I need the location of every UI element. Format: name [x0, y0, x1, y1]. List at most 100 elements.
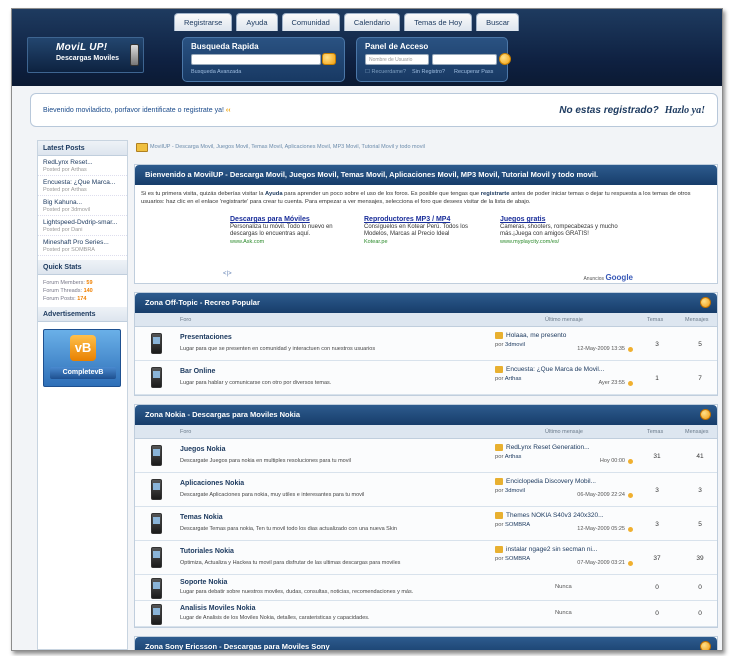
login-go-button[interactable] [499, 53, 511, 65]
advanced-search-link[interactable]: Busqueda Avanzada [191, 69, 241, 75]
latest-post[interactable]: Big Kahuna... Posted por 3dmovil [38, 196, 127, 216]
last-post-title[interactable]: Enciclopedia Discovery Mobil... [495, 478, 635, 485]
latest-post[interactable]: Mineshaft Pro Series... Posted por SOMBRA [38, 236, 127, 256]
login-panel: Panel de Acceso Nombre de Usuario ☐ Recu… [356, 37, 511, 82]
forum-name[interactable]: Temas Nokia [180, 514, 223, 521]
forum-desc: Descargate Aplicaciones para nokia, muy … [180, 492, 365, 498]
search-go-button[interactable] [322, 53, 336, 65]
register-link[interactable]: registrarte [481, 191, 510, 197]
last-post: Enciclopedia Discovery Mobil... por 3dmov… [495, 478, 635, 498]
post-title[interactable]: RedLynx Reset... [43, 159, 122, 166]
last-post-date: Hoy 00:00 [495, 458, 635, 464]
collapse-toggle-icon[interactable] [700, 409, 711, 420]
last-post-none: Nunca [555, 610, 572, 616]
intro-text: para aprender un poco sobre el uso de lo… [282, 191, 481, 197]
ads-nav-arrows[interactable]: <|> [223, 271, 232, 277]
col-posts: Mensajes [685, 429, 709, 435]
register-link[interactable]: Sin Registro? [412, 69, 445, 75]
ad-heading[interactable]: Reproductores MP3 / MP4 [364, 216, 489, 223]
username-field[interactable]: Nombre de Usuario [365, 54, 429, 65]
sidebar: Latest Posts RedLynx Reset... Posted por … [37, 140, 128, 650]
ad-item[interactable]: Juegos gratis Cameras, shooters, rompecab… [500, 216, 625, 245]
site-logo[interactable]: MoviL UP! Descargas Moviles [27, 37, 144, 73]
breadcrumb[interactable]: MovilUP - Descarga Movil, Juegos Movil, … [134, 140, 718, 154]
password-field[interactable] [432, 54, 497, 65]
col-threads: Temas [647, 317, 664, 323]
tab-temas-de-hoy[interactable]: Temas de Hoy [404, 13, 473, 31]
welcome-message: Bievenido moviladicto, porfavor identifi… [43, 107, 224, 114]
forum-phone-icon [151, 479, 162, 500]
ad-url[interactable]: www.myplaycity.com/es/ [500, 239, 625, 245]
thread-count: 1 [655, 375, 659, 382]
welcome-text: Bievenido moviladicto, porfavor identifi… [43, 107, 231, 114]
forum-name[interactable]: Soporte Nokia [180, 579, 227, 586]
post-title[interactable]: Lightspeed-Dvdrip-smar... [43, 219, 122, 226]
latest-post[interactable]: Lightspeed-Dvdrip-smar... Posted por Dani [38, 216, 127, 236]
post-count: 39 [696, 555, 704, 562]
search-input[interactable] [191, 54, 321, 65]
last-post-none: Nunca [555, 584, 572, 590]
post-count: 0 [698, 610, 702, 617]
col-forum: Foro [180, 429, 192, 435]
forum-name[interactable]: Bar Online [180, 368, 215, 375]
tab-registrarse[interactable]: Registrarse [174, 13, 233, 31]
forum-row: Bar Online Lugar para hablar y comunicar… [135, 361, 717, 395]
last-post-title[interactable]: Themes NOKIA S40v3 240x320... [495, 512, 635, 519]
forum-phone-icon [151, 333, 162, 354]
latest-post[interactable]: RedLynx Reset... Posted por Arthas [38, 156, 127, 176]
tab-calendario[interactable]: Calendario [343, 13, 401, 31]
register-cta[interactable]: No estas registrado? Hazlo ya! [559, 105, 705, 116]
post-title[interactable]: Encuesta: ¿Que Marca... [43, 179, 122, 186]
ad-desc: Consíguelos en Kotear Perú. Todos los Mo… [364, 224, 468, 237]
recover-password-link[interactable]: Recuperar Pass [454, 69, 493, 75]
ad-desc: Cameras, shooters, rompecabezas y mucho … [500, 224, 618, 237]
completevb-banner[interactable]: vB CompletevB [43, 329, 121, 387]
forum-name[interactable]: Presentaciones [180, 334, 232, 341]
forum-row: Soporte Nokia Lugar para debatir sobre n… [135, 575, 717, 601]
last-post-title[interactable]: instalar ngage2 sin secman ni... [495, 546, 635, 553]
forum-name[interactable]: Aplicaciones Nokia [180, 480, 244, 487]
quick-search-panel: Busqueda Rapida Busqueda Avanzada [182, 37, 345, 82]
ad-item[interactable]: Reproductores MP3 / MP4 Consíguelos en Ko… [364, 216, 489, 245]
ad-heading[interactable]: Juegos gratis [500, 216, 625, 223]
collapse-toggle-icon[interactable] [700, 297, 711, 308]
ad-item[interactable]: Descargas para Móviles Personaliza tu móv… [230, 216, 355, 245]
ad-url[interactable]: www.Ask.com [230, 239, 355, 245]
last-post: Themes NOKIA S40v3 240x320... por SOMBRA 1… [495, 512, 635, 532]
ads-by-google[interactable]: Anuncios Google [583, 273, 633, 282]
quick-search-title: Busqueda Rapida [191, 42, 259, 51]
latest-post[interactable]: Encuesta: ¿Que Marca... Posted por Arthas [38, 176, 127, 196]
section-title-text: Zona Off-Topic - Recreo Popular [145, 298, 260, 307]
collapse-toggle-icon[interactable] [700, 641, 711, 650]
tab-buscar[interactable]: Buscar [476, 13, 520, 31]
stat-label: Forum Posts: [43, 296, 76, 302]
help-link[interactable]: Ayuda [265, 191, 283, 197]
stat-value: 59 [86, 280, 93, 286]
forum-name[interactable]: Juegos Nokia [180, 446, 226, 453]
forum-phone-icon [151, 445, 162, 466]
last-post-title[interactable]: RedLynx Reset Generation... [495, 444, 635, 451]
welcome-bar: Bievenido moviladicto, porfavor identifi… [30, 93, 718, 127]
post-title[interactable]: Mineshaft Pro Series... [43, 239, 122, 246]
forum-row: Temas Nokia Descargate Temas para nokia,… [135, 507, 717, 541]
tab-ayuda[interactable]: Ayuda [236, 13, 278, 31]
last-post-title[interactable]: Encuesta: ¿Que Marca de Movil... [495, 366, 635, 373]
tab-comunidad[interactable]: Comunidad [281, 13, 340, 31]
section-title-text: Zona Nokia - Descargas para Moviles Noki… [145, 410, 301, 419]
welcome-box: Bienvenido a MovilUP - Descarga Movil, J… [134, 164, 718, 284]
thread-count: 3 [655, 521, 659, 528]
ad-url[interactable]: Kotear.pe [364, 239, 489, 245]
forum-section: Zona Sony Ericsson - Descargas para Movi… [134, 636, 718, 650]
thread-count: 0 [655, 610, 659, 617]
ad-desc: Personaliza tu móvil. Todo lo nuevo en d… [230, 224, 333, 237]
remember-checkbox[interactable]: ☐ Recuerdame? [365, 69, 406, 75]
forum-name[interactable]: Tutoriales Nokia [180, 548, 234, 555]
last-post-date: 12-May-2009 13:35 [495, 346, 635, 352]
forum-name[interactable]: Analisis Moviles Nokia [180, 605, 255, 612]
stat-members: Forum Members: 59 [38, 279, 127, 287]
column-header: Foro Último mensaje Temas Mensajes [135, 313, 717, 327]
thread-count: 31 [653, 453, 661, 460]
post-title[interactable]: Big Kahuna... [43, 199, 122, 206]
ad-heading[interactable]: Descargas para Móviles [230, 216, 355, 223]
last-post-title[interactable]: Holaaa, me presento [495, 332, 635, 339]
